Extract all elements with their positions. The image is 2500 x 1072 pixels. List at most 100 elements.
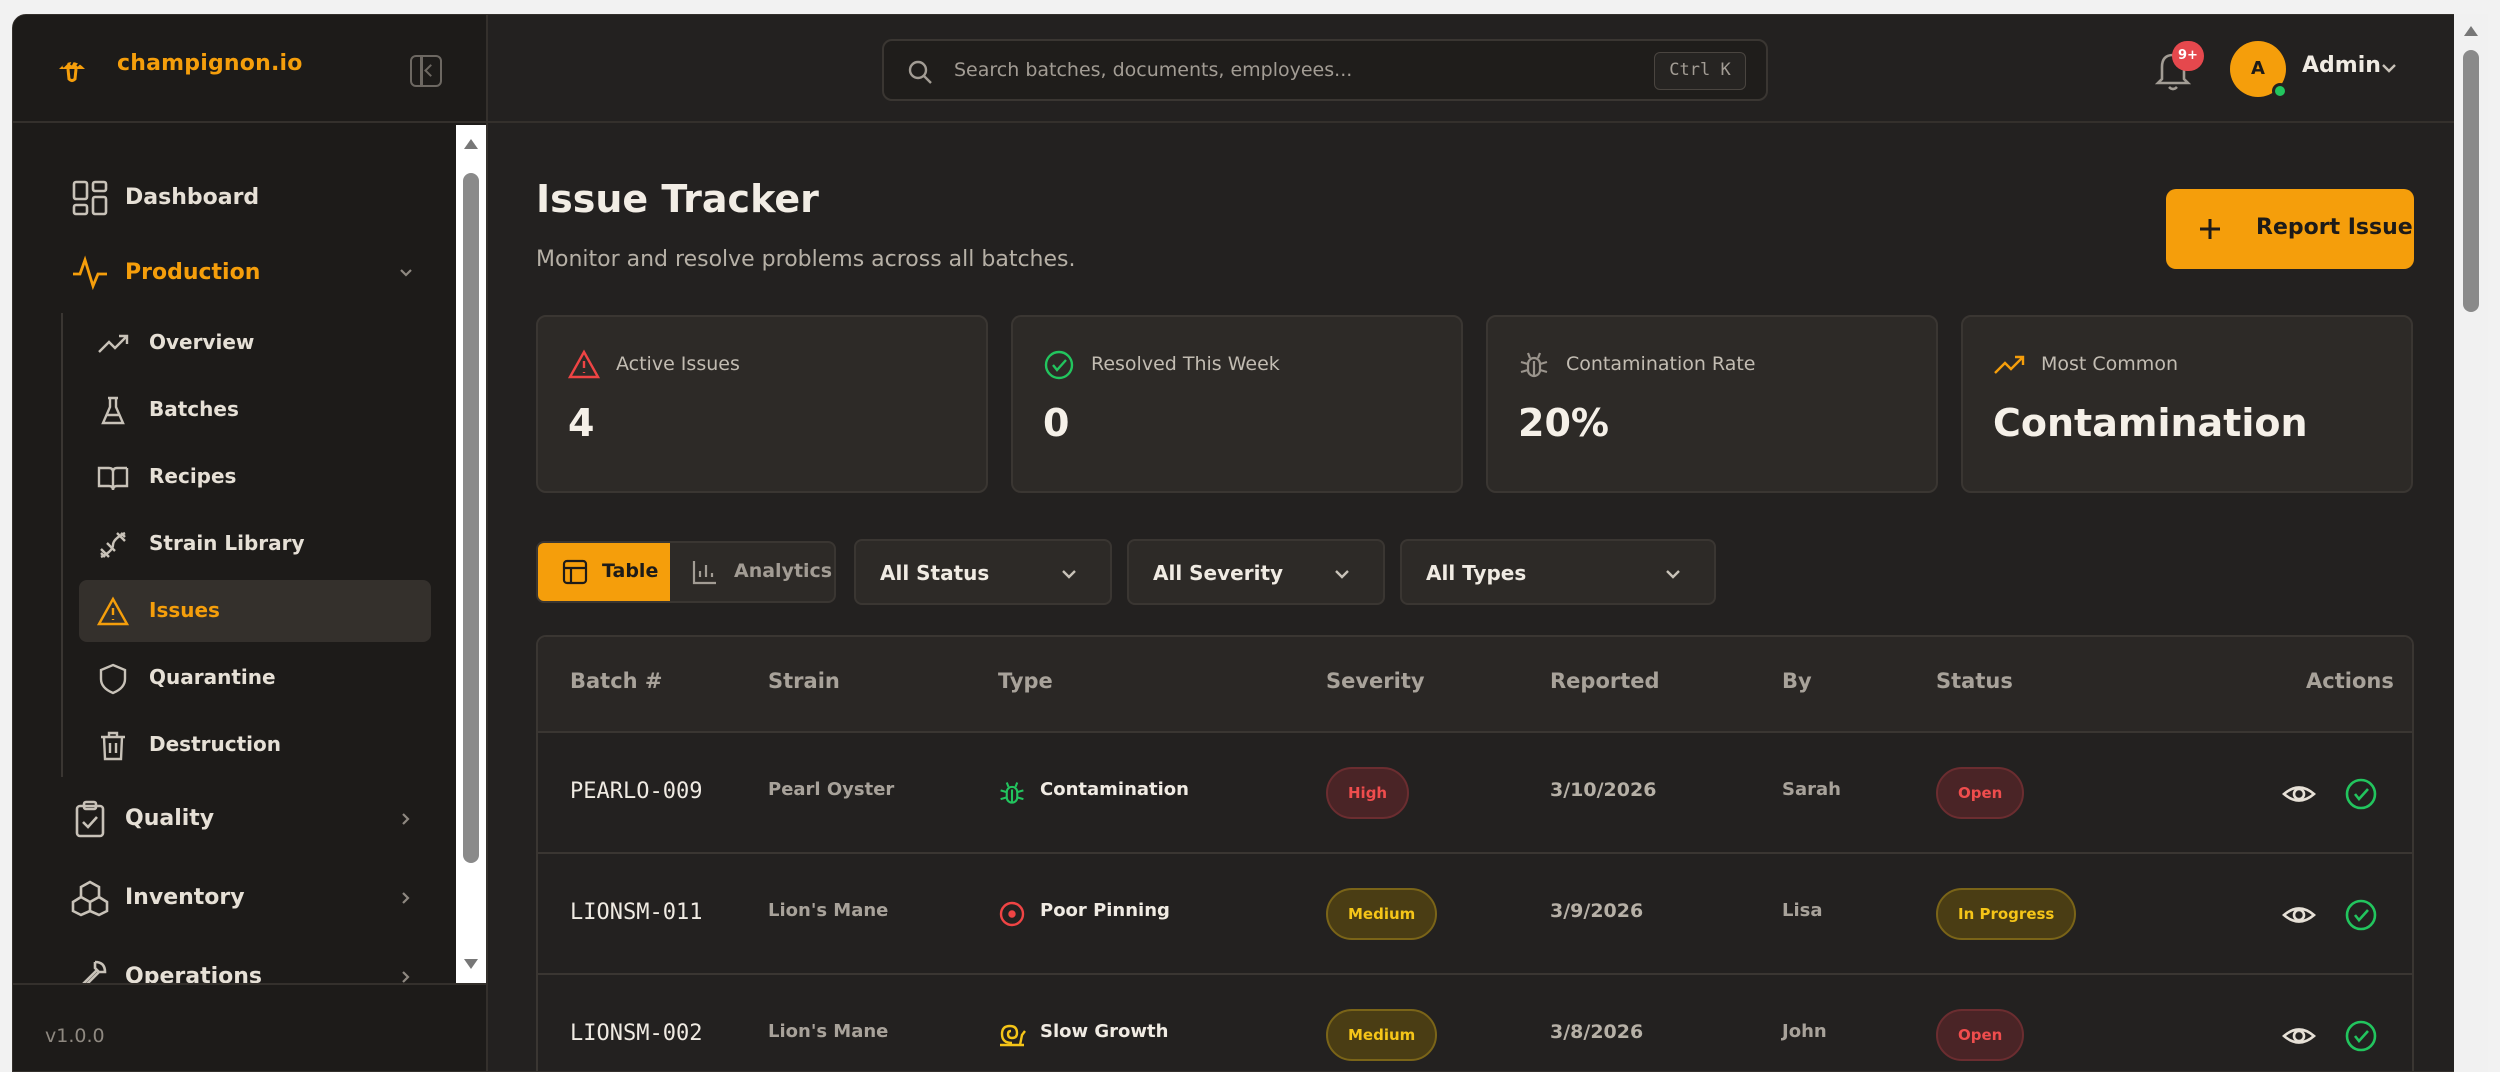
column-header-actions: Actions [2306,669,2394,693]
plus-icon [2200,219,2220,239]
analytics-view-button[interactable]: Analytics [670,543,834,601]
sidebar-item-label: Quarantine [149,665,276,689]
stat-value: 4 [568,401,595,445]
scrollbar-thumb[interactable] [463,173,479,863]
app-window: champignon.io Dashboard Production Overv… [12,14,2466,1072]
status-badge: In Progress [1936,888,2077,940]
alert-triangle-icon [568,349,600,379]
activity-pulse-icon [73,255,107,291]
chevron-down-icon[interactable] [2380,59,2398,77]
severity-filter-select[interactable]: All Severity [1127,539,1385,605]
page-title: Issue Tracker [536,177,819,221]
wrench-icon [82,960,107,983]
collapse-sidebar-icon[interactable] [410,55,442,87]
eye-icon[interactable] [2282,1019,2316,1053]
status-filter-select[interactable]: All Status [854,539,1112,605]
dna-icon [100,531,126,559]
type-filter-value: All Types [1426,561,1527,585]
alert-triangle-icon [97,596,129,626]
table-row[interactable]: LIONSM-011 Lion's Mane Poor Pinning Medi… [538,854,2412,975]
online-status-dot [2272,83,2288,99]
bug-icon [1520,352,1548,378]
search-input[interactable]: Search batches, documents, employees... … [882,39,1768,101]
issues-table: Batch # Strain Type Severity Reported By… [536,635,2414,1071]
sidebar-item-label: Batches [149,397,239,421]
column-header-severity[interactable]: Severity [1326,669,1425,693]
stat-card-resolved-this-week: Resolved This Week 0 [1011,315,1463,493]
stat-value: 20% [1518,401,1609,445]
sidebar-scrollbar[interactable] [456,125,486,983]
sidebar-item-batches[interactable]: Batches [79,379,431,441]
eye-icon[interactable] [2282,777,2316,811]
search-placeholder: Search batches, documents, employees... [954,59,1353,81]
sidebar-item-inventory[interactable]: Inventory [61,867,441,927]
sidebar-item-label: Issues [149,598,220,622]
page-scrollbar[interactable] [2454,14,2488,1072]
scrollbar-thumb[interactable] [2463,50,2479,312]
issue-type: Contamination [1040,779,1189,800]
sidebar: champignon.io Dashboard Production Overv… [13,15,488,1071]
severity-badge: High [1326,767,1410,819]
check-circle-icon[interactable] [2344,777,2378,811]
check-circle-icon [1044,350,1074,380]
stat-value: 0 [1043,401,1070,445]
scroll-down-arrow-icon[interactable] [464,959,478,969]
sidebar-nav: Dashboard Production Overview Batches Re… [13,125,486,983]
column-header-type[interactable]: Type [998,669,1053,693]
sidebar-item-label: Quality [125,805,215,831]
page-subtitle: Monitor and resolve problems across all … [536,247,1076,272]
trash-icon [101,731,125,761]
user-name[interactable]: Admin [2302,53,2381,78]
trending-up-icon [98,334,129,353]
top-bar: Search batches, documents, employees... … [488,15,2465,123]
scroll-up-arrow-icon[interactable] [2464,26,2478,36]
status-badge: Open [1936,767,2025,819]
batch-id[interactable]: LIONSM-011 [570,900,702,925]
column-header-batch[interactable]: Batch # [570,669,663,693]
stat-card-active-issues: Active Issues 4 [536,315,988,493]
main-content: Issue Tracker Monitor and resolve proble… [488,125,2465,1071]
sidebar-item-label: Production [125,259,261,285]
sidebar-item-dashboard[interactable]: Dashboard [61,167,441,227]
check-circle-icon[interactable] [2344,1019,2378,1053]
batch-id[interactable]: LIONSM-002 [570,1021,702,1046]
sidebar-item-issues[interactable]: Issues [79,580,431,642]
issue-type: Slow Growth [1040,1021,1169,1042]
column-header-status[interactable]: Status [1936,669,2013,693]
sidebar-item-overview[interactable]: Overview [79,312,431,374]
sidebar-item-operations[interactable]: Operations [61,946,441,983]
scroll-up-arrow-icon[interactable] [464,139,478,149]
flask-icon [101,396,125,425]
trending-up-icon [1994,355,2025,374]
sidebar-item-quarantine[interactable]: Quarantine [79,647,431,709]
submenu-rail [61,313,63,777]
sidebar-item-quality[interactable]: Quality [61,788,441,848]
batch-id[interactable]: PEARLO-009 [570,779,702,804]
chevron-right-icon [402,892,410,904]
sidebar-item-recipes[interactable]: Recipes [79,446,431,508]
table-row[interactable]: LIONSM-002 Lion's Mane Slow Growth Mediu… [538,975,2412,1071]
report-issue-button[interactable]: Report Issue [2166,189,2414,269]
dashboard-grid-icon [72,180,108,216]
brand-name[interactable]: champignon.io [117,51,303,76]
severity-badge: Medium [1326,1009,1438,1061]
eye-icon[interactable] [2282,898,2316,932]
check-circle-icon[interactable] [2344,898,2378,932]
table-view-button[interactable]: Table [538,543,670,601]
column-header-reported[interactable]: Reported [1550,669,1660,693]
bug-icon [1000,782,1024,804]
status-badge: Open [1936,1009,2025,1061]
reported-by: John [1782,1021,1827,1042]
brand-header: champignon.io [13,15,486,123]
column-header-strain[interactable]: Strain [768,669,840,693]
sidebar-item-destruction[interactable]: Destruction [79,714,431,776]
chevron-down-icon [1335,570,1349,579]
sidebar-item-strain-library[interactable]: Strain Library [79,513,431,575]
stat-value: Contamination [1993,401,2308,445]
table-row[interactable]: PEARLO-009 Pearl Oyster Contamination Hi… [538,733,2412,854]
sidebar-item-production[interactable]: Production [61,242,441,302]
book-open-icon [97,466,129,491]
column-header-by[interactable]: By [1782,669,1812,693]
report-issue-label: Report Issue [2256,215,2413,240]
type-filter-select[interactable]: All Types [1400,539,1716,605]
